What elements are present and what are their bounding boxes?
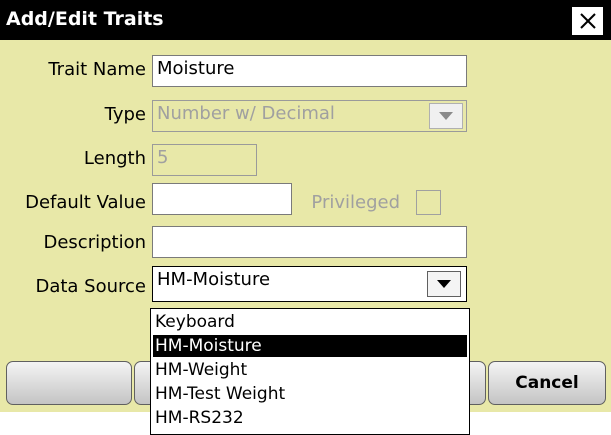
close-icon [579,13,596,29]
window-title: Add/Edit Traits [6,8,164,30]
type-value: Number w/ Decimal [157,103,335,124]
dropdown-option-keyboard[interactable]: Keyboard [153,311,467,333]
cancel-button-label: Cancel [515,373,579,393]
description-input[interactable] [152,226,467,258]
type-select: Number w/ Decimal [152,100,467,132]
privileged-label: Privileged [311,192,400,213]
title-bar: Add/Edit Traits [0,0,611,40]
dropdown-option-hm-rs232[interactable]: HM-RS232 [153,407,467,429]
button-1[interactable] [6,361,132,405]
dropdown-arrow-icon [437,280,451,288]
dropdown-option-hm-moisture[interactable]: HM-Moisture [153,335,467,357]
dropdown-option-hm-weight[interactable]: HM-Weight [153,359,467,381]
dropdown-option-hm-test-weight[interactable]: HM-Test Weight [153,383,467,405]
trait-name-label: Trait Name [48,59,146,80]
dropdown-arrow-icon [439,112,453,120]
cancel-button[interactable]: Cancel [488,361,606,405]
trait-name-input[interactable]: Moisture [152,55,467,87]
data-source-select[interactable]: HM-Moisture [152,266,467,302]
length-input: 5 [152,144,257,176]
length-label: Length [83,148,146,169]
length-value: 5 [157,147,169,168]
data-source-value: HM-Moisture [157,269,271,290]
data-source-dropdown-list: Keyboard HM-Moisture HM-Weight HM-Test W… [150,308,470,435]
description-label: Description [43,232,146,253]
type-label: Type [104,104,146,125]
default-value-label: Default Value [25,192,146,213]
type-dropdown-button [429,103,463,129]
default-value-input[interactable] [152,183,292,215]
data-source-dropdown-button[interactable] [427,271,461,297]
close-button[interactable] [571,6,604,36]
data-source-label: Data Source [35,276,146,297]
trait-name-value: Moisture [157,58,235,79]
privileged-checkbox [416,190,441,215]
